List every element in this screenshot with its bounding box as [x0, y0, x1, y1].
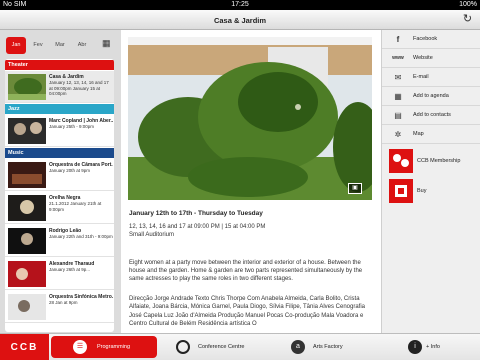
facebook-icon: f: [396, 35, 400, 44]
add-contacts-icon: ▤: [394, 111, 402, 120]
membership-button[interactable]: CCB Membership: [382, 146, 480, 176]
event-credits: Direcção Jorge Andrade Texto Chris Thorp…: [129, 296, 366, 328]
conference-icon: [176, 340, 190, 354]
tab-label: Arts Factory: [313, 344, 343, 350]
app-window: No SIM 17:25 100% Casa & Jardim ↻ Jan Fe…: [0, 0, 480, 360]
add-to-contacts-button[interactable]: ▤ Add to contacts: [382, 106, 480, 125]
calendar-icon[interactable]: ▦: [102, 38, 114, 51]
event-list: Theater Casa & Jardim January 12, 13, 14…: [5, 59, 114, 332]
battery-label: 100%: [459, 1, 477, 8]
event-thumbnail: [8, 74, 46, 100]
page-title: Casa & Jardim: [213, 16, 267, 25]
tab-info[interactable]: i + Info: [402, 336, 472, 358]
email-button[interactable]: ✉ E-mail: [382, 68, 480, 87]
membership-logo-icon: [389, 149, 413, 173]
arts-factory-icon: a: [291, 340, 305, 354]
event-date: January 22th and 31th - 9:00pm: [49, 234, 113, 239]
action-label: Website: [413, 55, 433, 61]
event-photo: [128, 37, 372, 200]
event-date: January 26th at 9p...: [49, 267, 91, 272]
event-title: January 12th to 17th - Thursday to Tuesd…: [129, 210, 263, 217]
event-date: 28 Jan at 9pm: [49, 300, 78, 305]
section-header-music: Music: [5, 148, 114, 158]
event-date: 21.1.2012 January 21th at 9:00pm: [49, 201, 102, 212]
refresh-icon[interactable]: ↻: [461, 13, 474, 26]
action-label: Facebook: [413, 36, 438, 42]
email-icon: ✉: [394, 73, 402, 82]
info-icon: i: [408, 340, 422, 354]
list-item[interactable]: Casa & Jardim January 12, 13, 14, 16 and…: [5, 71, 114, 103]
action-label: Add to agenda: [413, 93, 449, 99]
event-thumbnail: [8, 228, 46, 254]
event-schedule: 12, 13, 14, 16 and 17 at 09:00 PM | 15 a…: [129, 224, 266, 230]
month-tab-jan[interactable]: Jan: [6, 37, 26, 54]
clock: 17:25: [231, 1, 249, 8]
buy-button[interactable]: Buy: [382, 176, 480, 206]
event-date: January 12, 13, 14, 16 and 17 at 09:00pm…: [49, 80, 109, 96]
event-venue: Small Auditorium: [129, 232, 175, 238]
action-label: Map: [413, 131, 424, 137]
event-date: January 20th at 9pm: [49, 168, 91, 173]
list-item[interactable]: Orelha Negra 21.1.2012 January 21th at 9…: [5, 192, 114, 224]
event-thumbnail: [8, 294, 46, 320]
map-icon: ✲: [394, 130, 402, 139]
month-selector: Jan Fev Mar Abr ▦: [4, 33, 116, 57]
month-tab-mar[interactable]: Mar: [50, 37, 70, 54]
event-list-panel: Jan Fev Mar Abr ▦ Theater Casa & Jardim …: [0, 30, 121, 333]
programming-icon: ☰: [73, 340, 87, 354]
event-date: January 25th - 9:00pm: [49, 124, 95, 129]
tab-conference-centre[interactable]: Conference Centre: [170, 336, 280, 358]
event-thumbnail: [8, 195, 46, 221]
event-description: Eight women at a party move between the …: [129, 260, 363, 282]
event-thumbnail: [8, 162, 46, 188]
website-button[interactable]: www Website: [382, 49, 480, 68]
event-detail: ▣ January 12th to 17th - Thursday to Tue…: [121, 30, 381, 333]
month-tab-fev[interactable]: Fev: [28, 37, 48, 54]
tab-bar: CCB ☰ Programming Conference Centre a Ar…: [0, 333, 480, 360]
ccb-logo: CCB: [0, 334, 49, 360]
list-item[interactable]: Orquestra de Câmara Port... January 20th…: [5, 159, 114, 191]
add-to-agenda-button[interactable]: ▦ Add to agenda: [382, 87, 480, 106]
list-item[interactable]: Rodrigo Leão January 22th and 31th - 9:0…: [5, 225, 114, 257]
tab-label: + Info: [426, 344, 440, 350]
action-label: Add to contacts: [413, 112, 451, 118]
section-header-theater: Theater: [5, 60, 114, 70]
tab-arts-factory[interactable]: a Arts Factory: [287, 336, 377, 358]
month-tab-abr[interactable]: Abr: [72, 37, 92, 54]
event-thumbnail: [8, 118, 46, 144]
list-item[interactable]: Orquestra Sinfónica Metro... 28 Jan at 9…: [5, 291, 114, 323]
status-bar: No SIM 17:25 100%: [0, 0, 480, 10]
ticket-icon: [389, 179, 413, 203]
section-header-jazz: Jazz: [5, 104, 114, 114]
list-item[interactable]: Marc Copland | John Aber... January 25th…: [5, 115, 114, 147]
website-icon: www: [392, 55, 404, 61]
tab-programming[interactable]: ☰ Programming: [51, 336, 157, 358]
list-item[interactable]: Alexandre Tharaud January 26th at 9p...: [5, 258, 114, 290]
tab-label: Conference Centre: [198, 344, 245, 350]
event-thumbnail: [8, 261, 46, 287]
buy-label: Buy: [417, 188, 427, 194]
action-label: E-mail: [413, 74, 429, 80]
actions-panel: f Facebook www Website ✉ E-mail ▦ Add to…: [381, 30, 480, 333]
add-agenda-icon: ▦: [394, 92, 402, 101]
map-button[interactable]: ✲ Map: [382, 125, 480, 144]
gallery-icon[interactable]: ▣: [348, 183, 362, 194]
membership-label: CCB Membership: [417, 158, 461, 164]
tab-label: Programming: [97, 344, 131, 350]
title-bar: Casa & Jardim ↻: [0, 10, 480, 30]
facebook-button[interactable]: f Facebook: [382, 30, 480, 49]
